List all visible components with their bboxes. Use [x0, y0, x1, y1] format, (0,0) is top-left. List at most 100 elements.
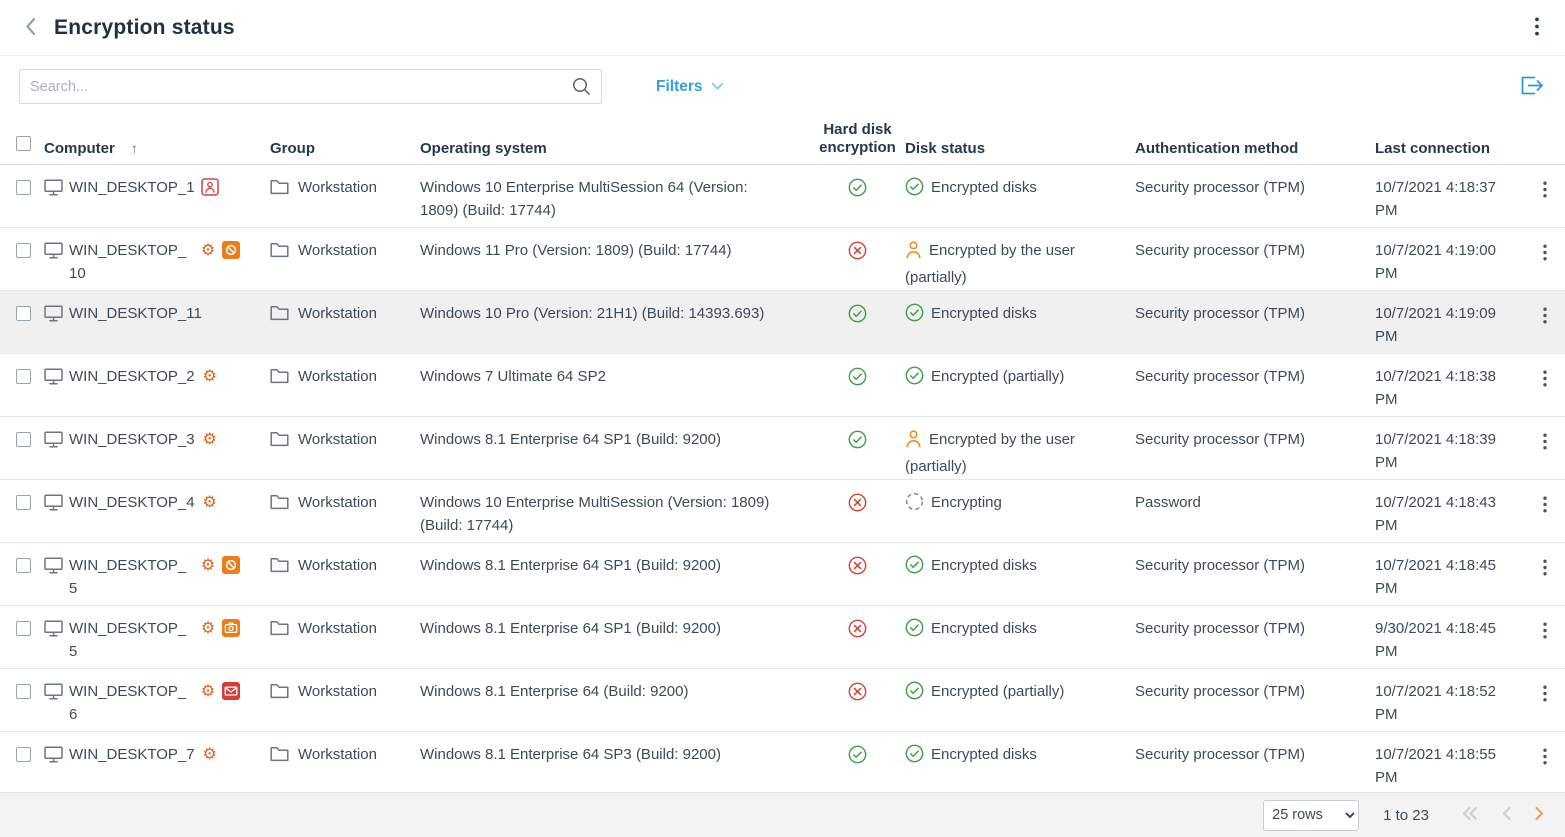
table-row[interactable]: WIN_DESKTOP_2 ⚙ Workstation Windows 7 Ul… [0, 354, 1565, 417]
table-body: WIN_DESKTOP_1 Workstation Windows 10 Ent… [0, 165, 1565, 793]
row-menu-button[interactable] [1537, 303, 1553, 331]
chevron-left-icon [1501, 809, 1512, 824]
row-checkbox[interactable] [16, 306, 31, 321]
kebab-menu-icon [1543, 249, 1547, 264]
disk-status-icon [905, 429, 922, 455]
row-checkbox[interactable] [16, 180, 31, 195]
pagination-next-button[interactable] [1528, 803, 1551, 827]
search-input[interactable] [19, 69, 602, 104]
gear-badge-icon: ⚙ [201, 430, 219, 448]
table-row[interactable]: WIN_DESKTOP_10 ⚙ Workstation Windows 11 … [0, 228, 1565, 291]
row-checkbox[interactable] [16, 495, 31, 510]
row-menu-button[interactable] [1537, 618, 1553, 646]
table-row[interactable]: WIN_DESKTOP_1 Workstation Windows 10 Ent… [0, 165, 1565, 228]
row-checkbox[interactable] [16, 369, 31, 384]
kebab-menu-icon [1543, 312, 1547, 327]
row-menu-button[interactable] [1537, 240, 1553, 268]
page-menu-button[interactable] [1527, 13, 1547, 43]
disk-status-cell: Encrypted disks [905, 743, 1135, 770]
row-menu-button[interactable] [1537, 555, 1553, 583]
computer-badges: ⚙ [201, 367, 219, 388]
double-chevron-left-icon [1461, 809, 1479, 824]
computer-name: WIN_DESKTOP_6 [69, 680, 193, 727]
computer-name: WIN_DESKTOP_4 [69, 491, 195, 514]
row-menu-button[interactable] [1537, 492, 1553, 520]
computer-badges: ⚙ [199, 556, 240, 601]
group-name: Workstation [298, 428, 377, 451]
folder-icon [270, 494, 289, 514]
hard-disk-encryption-status-icon [848, 241, 867, 267]
disk-status-icon [905, 555, 924, 581]
column-header-computer[interactable]: Computer ↑ [44, 140, 270, 157]
authentication-method-text: Security processor (TPM) [1135, 617, 1375, 640]
row-checkbox[interactable] [16, 558, 31, 573]
table-row[interactable]: WIN_DESKTOP_7 ⚙ Workstation Windows 8.1 … [0, 732, 1565, 793]
disk-status-text: Encrypted (partially) [931, 368, 1064, 385]
gear-badge-icon: ⚙ [201, 367, 219, 385]
table-row[interactable]: WIN_DESKTOP_3 ⚙ Workstation Windows 8.1 … [0, 417, 1565, 480]
select-all-checkbox[interactable] [16, 136, 31, 151]
pagination-first-button[interactable] [1455, 803, 1485, 827]
computer-name: WIN_DESKTOP_5 [69, 554, 193, 601]
folder-icon [270, 431, 289, 451]
authentication-method-text: Security processor (TPM) [1135, 554, 1375, 577]
search-box [19, 69, 602, 104]
operating-system-text: Windows 8.1 Enterprise 64 (Build: 9200) [420, 680, 810, 703]
filters-button[interactable]: Filters [650, 77, 730, 97]
row-menu-button[interactable] [1537, 366, 1553, 394]
row-checkbox[interactable] [16, 621, 31, 636]
monitor-icon [44, 557, 63, 601]
table-row[interactable]: WIN_DESKTOP_5 ⚙ Workstation Windows 8.1 … [0, 606, 1565, 669]
row-menu-button[interactable] [1537, 429, 1553, 457]
monitor-icon [44, 494, 63, 514]
export-button[interactable] [1516, 71, 1547, 103]
group-name: Workstation [298, 176, 377, 199]
group-name: Workstation [298, 743, 377, 766]
monitor-icon [44, 683, 63, 727]
authentication-method-text: Security processor (TPM) [1135, 239, 1375, 262]
pagination-previous-button[interactable] [1495, 803, 1518, 827]
monitor-icon [44, 305, 63, 325]
column-header-group[interactable]: Group [270, 140, 420, 157]
export-icon [1518, 86, 1545, 101]
chevron-right-icon [1534, 809, 1545, 824]
folder-icon [270, 620, 289, 640]
table-row[interactable]: WIN_DESKTOP_6 ⚙ Workstation Windows 8.1 … [0, 669, 1565, 732]
operating-system-text: Windows 8.1 Enterprise 64 SP3 (Build: 92… [420, 743, 810, 766]
row-checkbox[interactable] [16, 747, 31, 762]
rows-per-page-select[interactable]: 25 rows [1263, 800, 1359, 831]
column-header-disk-status[interactable]: Disk status [905, 140, 1135, 157]
column-header-operating-system[interactable]: Operating system [420, 140, 810, 157]
isolation-badge-icon [222, 556, 240, 574]
column-header-hard-disk-encryption[interactable]: Hard disk encryption [810, 121, 905, 157]
row-checkbox[interactable] [16, 243, 31, 258]
row-checkbox[interactable] [16, 684, 31, 699]
last-connection-text: 10/7/2021 4:18:37 PM [1375, 176, 1525, 223]
group-name: Workstation [298, 617, 377, 640]
camera-badge-icon [222, 619, 240, 637]
row-menu-button[interactable] [1537, 744, 1553, 772]
row-menu-button[interactable] [1537, 681, 1553, 709]
row-menu-button[interactable] [1537, 177, 1553, 205]
table-row[interactable]: WIN_DESKTOP_11 Workstation Windows 10 Pr… [0, 291, 1565, 354]
disk-status-cell: Encrypted disks [905, 554, 1135, 581]
folder-icon [270, 242, 289, 262]
authentication-method-text: Security processor (TPM) [1135, 176, 1375, 199]
table-row[interactable]: WIN_DESKTOP_5 ⚙ Workstation Windows 8.1 … [0, 543, 1565, 606]
authentication-method-text: Security processor (TPM) [1135, 428, 1375, 451]
disk-status-text: Encrypted disks [931, 305, 1037, 322]
disk-status-text: Encrypted by the user (partially) [905, 242, 1075, 286]
operating-system-text: Windows 10 Pro (Version: 21H1) (Build: 1… [420, 302, 810, 325]
chevron-left-icon [24, 17, 36, 39]
table-row[interactable]: WIN_DESKTOP_4 ⚙ Workstation Windows 10 E… [0, 480, 1565, 543]
authentication-method-text: Security processor (TPM) [1135, 680, 1375, 703]
operating-system-text: Windows 8.1 Enterprise 64 SP1 (Build: 92… [420, 617, 810, 640]
disk-status-cell: Encrypted disks [905, 617, 1135, 644]
back-button[interactable] [20, 15, 40, 41]
row-checkbox[interactable] [16, 432, 31, 447]
hard-disk-encryption-status-icon [848, 304, 867, 330]
column-header-authentication-method[interactable]: Authentication method [1135, 140, 1375, 157]
column-header-last-connection[interactable]: Last connection [1375, 140, 1525, 157]
disk-status-icon [905, 240, 922, 266]
computer-name: WIN_DESKTOP_3 [69, 428, 195, 451]
